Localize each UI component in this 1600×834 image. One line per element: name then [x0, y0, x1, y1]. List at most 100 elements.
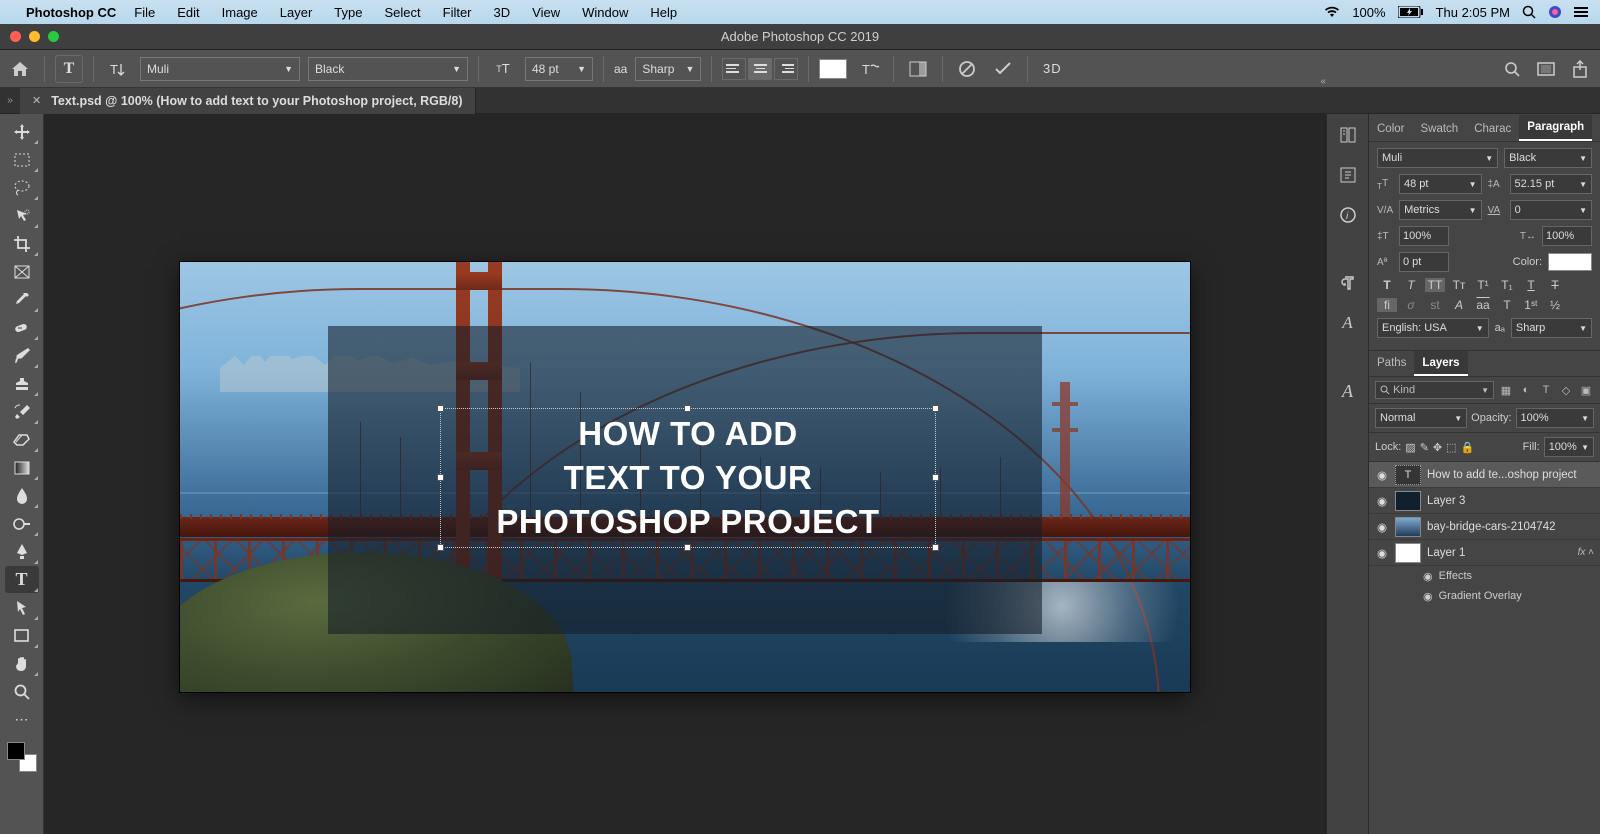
tool-preset-picker[interactable]: T: [55, 55, 83, 83]
fractions-button[interactable]: 1ˢᵗ: [1521, 298, 1541, 312]
align-center-button[interactable]: [748, 58, 772, 80]
layer-name[interactable]: How to add te...oshop project: [1427, 469, 1577, 481]
dodge-tool[interactable]: [5, 510, 39, 537]
rectangle-tool[interactable]: [5, 622, 39, 649]
healing-brush-tool[interactable]: [5, 314, 39, 341]
toolbar-expand-icon[interactable]: »: [0, 95, 20, 106]
siri-icon[interactable]: [1548, 5, 1562, 19]
fraction-button[interactable]: ½: [1545, 298, 1565, 312]
titling-alt-button[interactable]: aa: [1473, 298, 1493, 312]
layer-name[interactable]: Layer 1: [1427, 547, 1465, 559]
handle-top-mid[interactable]: [684, 405, 691, 412]
strikethrough-button[interactable]: T: [1545, 278, 1565, 292]
handle-bot-left[interactable]: [437, 544, 444, 551]
menu-type[interactable]: Type: [334, 5, 362, 20]
handle-top-left[interactable]: [437, 405, 444, 412]
fx-gradient-overlay-row[interactable]: ◉Gradient Overlay: [1369, 586, 1600, 606]
lasso-tool[interactable]: [5, 174, 39, 201]
filter-pixel-icon[interactable]: ▦: [1498, 384, 1514, 397]
zoom-tool[interactable]: [5, 678, 39, 705]
filter-smart-icon[interactable]: ▣: [1578, 384, 1594, 397]
warp-text-button[interactable]: T: [855, 55, 883, 83]
layer-row-layer3[interactable]: ◉ Layer 3: [1369, 488, 1600, 514]
menu-image[interactable]: Image: [222, 5, 258, 20]
visibility-toggle[interactable]: ◉: [1375, 468, 1389, 482]
superscript-button[interactable]: T¹: [1473, 278, 1493, 292]
text-orientation-button[interactable]: T: [104, 55, 132, 83]
handle-mid-left[interactable]: [437, 474, 444, 481]
quick-selection-tool[interactable]: [5, 202, 39, 229]
text-line-1[interactable]: HOW TO ADD: [441, 415, 935, 453]
fill-input[interactable]: 100%▼: [1544, 437, 1594, 457]
lock-all-icon[interactable]: 🔒: [1461, 441, 1475, 454]
layer-row-layer1[interactable]: ◉ Layer 1 fx ˄: [1369, 540, 1600, 566]
text-color-swatch[interactable]: [819, 59, 847, 79]
app-name[interactable]: Photoshop CC: [26, 5, 116, 20]
font-style-dropdown[interactable]: Black▼: [308, 57, 468, 81]
char-font-style[interactable]: Black▼: [1504, 148, 1592, 168]
frame-tool[interactable]: [5, 258, 39, 285]
align-left-button[interactable]: [722, 58, 746, 80]
properties-panel-icon[interactable]: [1335, 162, 1361, 188]
share-button[interactable]: [1566, 55, 1594, 83]
marquee-tool[interactable]: [5, 146, 39, 173]
edit-toolbar-button[interactable]: ⋯: [5, 706, 39, 733]
char-leading[interactable]: 52.15 pt▼: [1510, 174, 1593, 194]
glyphs-panel-icon[interactable]: A: [1335, 378, 1361, 404]
history-brush-tool[interactable]: [5, 398, 39, 425]
char-baseline[interactable]: [1399, 252, 1449, 272]
menu-filter[interactable]: Filter: [443, 5, 472, 20]
char-font-size[interactable]: 48 pt▼: [1399, 174, 1482, 194]
layer-row-image[interactable]: ◉ bay-bridge-cars-2104742: [1369, 514, 1600, 540]
tab-paths[interactable]: Paths: [1369, 351, 1414, 376]
filter-adjust-icon[interactable]: ◐: [1518, 384, 1534, 396]
home-button[interactable]: [6, 55, 34, 83]
3d-button[interactable]: 3D: [1038, 55, 1066, 83]
lock-paint-icon[interactable]: ✎: [1420, 441, 1429, 454]
menu-layer[interactable]: Layer: [280, 5, 313, 20]
fx-badge[interactable]: fx ˄: [1578, 547, 1594, 558]
crop-tool[interactable]: [5, 230, 39, 257]
path-selection-tool[interactable]: [5, 594, 39, 621]
char-antialias[interactable]: Sharp▼: [1511, 318, 1592, 338]
spotlight-icon[interactable]: [1522, 5, 1536, 19]
wifi-icon[interactable]: [1324, 6, 1340, 18]
visibility-toggle[interactable]: ◉: [1375, 546, 1389, 560]
lock-trans-icon[interactable]: ▨: [1405, 441, 1415, 454]
eraser-tool[interactable]: [5, 426, 39, 453]
char-language[interactable]: English: USA▼: [1377, 318, 1489, 338]
visibility-toggle[interactable]: ◉: [1375, 520, 1389, 534]
handle-bot-right[interactable]: [932, 544, 939, 551]
bold-button[interactable]: T: [1377, 278, 1397, 292]
stylistic-alt-button[interactable]: st: [1425, 298, 1445, 312]
menu-file[interactable]: File: [134, 5, 155, 20]
hand-tool[interactable]: [5, 650, 39, 677]
allcaps-button[interactable]: TT: [1425, 278, 1445, 292]
swash-button[interactable]: A: [1449, 298, 1469, 312]
align-right-button[interactable]: [774, 58, 798, 80]
layer-name[interactable]: Layer 3: [1427, 495, 1465, 507]
italic-button[interactable]: T: [1401, 278, 1421, 292]
history-panel-icon[interactable]: [1335, 122, 1361, 148]
antialias-dropdown[interactable]: Sharp▼: [635, 57, 701, 81]
contextual-alt-button[interactable]: σ: [1401, 298, 1421, 312]
menu-view[interactable]: View: [532, 5, 560, 20]
screen-mode-button[interactable]: [1532, 55, 1560, 83]
eyedropper-tool[interactable]: [5, 286, 39, 313]
layer-row-text[interactable]: ◉ T How to add te...oshop project: [1369, 462, 1600, 488]
fx-effects-row[interactable]: ◉Effects: [1369, 566, 1600, 586]
type-tool[interactable]: T: [5, 566, 39, 593]
menu-select[interactable]: Select: [384, 5, 420, 20]
info-panel-icon[interactable]: i: [1335, 202, 1361, 228]
text-line-3[interactable]: PHOTOSHOP PROJECT: [441, 503, 935, 541]
opacity-input[interactable]: 100%▼: [1516, 408, 1594, 428]
blend-mode-dropdown[interactable]: Normal▼: [1375, 408, 1467, 428]
char-hscale[interactable]: [1542, 226, 1592, 246]
paragraph-panel-icon[interactable]: [1335, 270, 1361, 296]
font-family-dropdown[interactable]: Muli▼: [140, 57, 300, 81]
ligatures-button[interactable]: fi: [1377, 298, 1397, 312]
blur-tool[interactable]: [5, 482, 39, 509]
pen-tool[interactable]: [5, 538, 39, 565]
layer-name[interactable]: bay-bridge-cars-2104742: [1427, 521, 1556, 533]
character-panel-icon[interactable]: A: [1335, 310, 1361, 336]
